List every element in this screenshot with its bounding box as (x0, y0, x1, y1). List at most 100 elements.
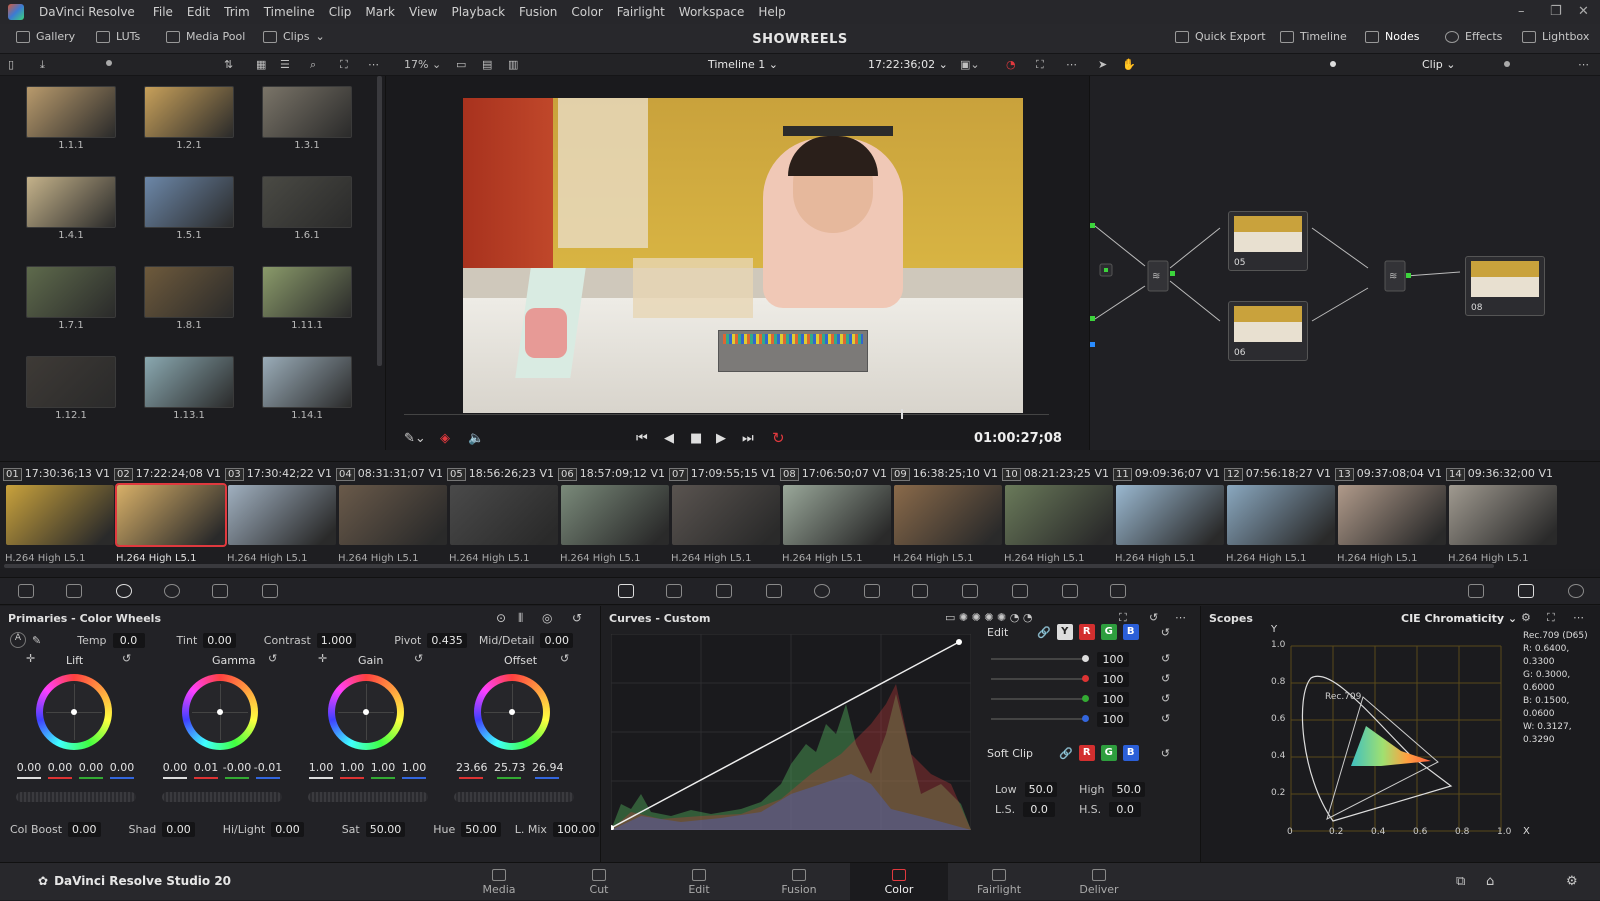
pointer-tool-icon[interactable]: ➤ (1098, 58, 1107, 71)
clip-thumbnail[interactable]: 03 17:30:42;22 V1 H.264 High L5.1 (225, 462, 338, 570)
intensity-field[interactable]: 100 (1097, 692, 1129, 707)
menu-color[interactable]: Color (564, 5, 609, 19)
intensity-handle[interactable] (1082, 675, 1089, 682)
first-frame-icon[interactable]: ⏮ (636, 431, 648, 446)
hdr-wheels-icon[interactable] (164, 584, 180, 598)
3d-icon[interactable] (1062, 584, 1078, 598)
hilight-field[interactable]: 0.00 (271, 822, 304, 837)
node-zoom-dot[interactable] (1330, 61, 1336, 67)
loop-icon[interactable]: ↻ (772, 429, 785, 447)
thumb-size-slider[interactable] (106, 60, 112, 66)
play-icon[interactable]: ▶ (716, 431, 726, 446)
temp-field[interactable]: 0.0 (112, 632, 145, 648)
scope-more-icon[interactable]: ⋯ (1573, 611, 1584, 624)
stop-icon[interactable]: ■ (690, 431, 702, 446)
page-tab-color[interactable]: Color (850, 863, 948, 901)
channel-b-button[interactable]: B (1122, 624, 1139, 640)
nodes-button[interactable]: Nodes (1365, 30, 1419, 43)
clip-thumbnail[interactable]: 04 08:31:31;07 V1 H.264 High L5.1 (336, 462, 449, 570)
intensity-slider[interactable] (991, 678, 1087, 680)
playhead[interactable] (900, 409, 903, 419)
channel-y-button[interactable]: Y (1056, 624, 1073, 640)
motion-effects-icon[interactable] (262, 584, 278, 598)
crosshair-icon[interactable]: ✛ (26, 652, 35, 665)
intensity-reset-icon[interactable]: ↺ (1161, 672, 1170, 685)
zoom-select[interactable]: 17% ⌄ (404, 58, 441, 71)
color-wheels-icon[interactable] (116, 584, 132, 598)
project-manager-icon[interactable]: ⌂ (1486, 874, 1494, 889)
menu-help[interactable]: Help (751, 5, 792, 19)
sizing-icon[interactable] (1012, 584, 1028, 598)
wheel-puck[interactable] (71, 709, 77, 715)
wheel-value[interactable]: 1.00 (306, 761, 336, 774)
clip-thumbnail[interactable]: 10 08:21:23;25 V1 H.264 High L5.1 (1002, 462, 1115, 570)
gallery-still[interactable] (262, 356, 352, 408)
page-tab-edit[interactable]: Edit (650, 863, 748, 901)
page-tab-fusion[interactable]: Fusion (750, 863, 848, 901)
middetail-field[interactable]: 0.00 (540, 632, 573, 648)
color-wheel[interactable] (328, 674, 404, 750)
stereo-icon[interactable] (1110, 584, 1126, 598)
color-wheel[interactable] (474, 674, 550, 750)
channel-g-button[interactable]: G (1100, 624, 1117, 640)
channel-r-button[interactable]: R (1078, 624, 1095, 640)
grid-view-icon[interactable]: ▦ (256, 58, 266, 71)
clip-thumbnail[interactable]: 01 17:30:36;13 V1 H.264 High L5.1 (3, 462, 116, 570)
wheel-puck[interactable] (217, 709, 223, 715)
clip-thumbnail[interactable]: 05 18:56:26;23 V1 H.264 High L5.1 (447, 462, 560, 570)
wheel-reset-icon[interactable]: ↺ (268, 652, 277, 665)
clip-thumbnail[interactable]: 12 07:56:18;27 V1 H.264 High L5.1 (1224, 462, 1337, 570)
blur-icon[interactable] (912, 584, 928, 598)
import-icon[interactable]: ⤓ (40, 58, 45, 72)
softclip-b-button[interactable]: B (1122, 745, 1139, 761)
hs-field[interactable]: 0.0 (1109, 802, 1142, 817)
sat-field[interactable]: 50.00 (365, 822, 406, 837)
intensity-handle[interactable] (1082, 715, 1089, 722)
auto-balance-icon[interactable]: A (10, 632, 26, 648)
color-wheel[interactable] (182, 674, 258, 750)
page-tab-fairlight[interactable]: Fairlight (950, 863, 1048, 901)
viewer-more-icon[interactable]: ⋯ (1066, 58, 1077, 71)
key-icon[interactable] (962, 584, 978, 598)
expand-icon[interactable]: ⛶ (340, 58, 348, 72)
timeline-select[interactable]: Timeline 1 ⌄ (708, 58, 778, 71)
timeline-button[interactable]: Timeline (1280, 30, 1347, 43)
wheel-value[interactable]: 0.01 (191, 761, 221, 774)
menu-file[interactable]: File (146, 5, 180, 19)
gallery-still[interactable] (144, 266, 234, 318)
scope-settings-icon[interactable]: ⚙ (1521, 611, 1531, 624)
edit-reset-icon[interactable]: ↺ (1161, 626, 1170, 639)
color-picker-icon[interactable]: ✎⌄ (404, 431, 426, 446)
menu-clip[interactable]: Clip (322, 5, 359, 19)
last-frame-icon[interactable]: ⏭ (742, 431, 754, 446)
single-viewer-icon[interactable]: ▭ (456, 58, 466, 71)
menu-timeline[interactable]: Timeline (257, 5, 322, 19)
node-05[interactable]: 05 (1228, 211, 1308, 271)
media-pool-button[interactable]: Media Pool (166, 30, 245, 43)
clip-thumbnail[interactable]: 07 17:09:55;15 V1 H.264 High L5.1 (669, 462, 782, 570)
intensity-reset-icon[interactable]: ↺ (1161, 712, 1170, 725)
tracker-icon[interactable] (814, 584, 830, 598)
curve-graph[interactable] (611, 634, 971, 830)
page-tab-cut[interactable]: Cut (550, 863, 648, 901)
tint-field[interactable]: 0.00 (203, 632, 236, 648)
menu-fusion[interactable]: Fusion (512, 5, 564, 19)
node-zoom-slider[interactable] (1504, 61, 1510, 67)
gallery-button[interactable]: Gallery (16, 30, 75, 43)
intensity-field[interactable]: 100 (1097, 712, 1129, 727)
mode-select[interactable]: Clip ⌄ (1422, 58, 1456, 71)
picker-icon[interactable]: ✎ (32, 634, 41, 647)
scope-expand-icon[interactable]: ⛶ (1547, 611, 1555, 625)
link-icon[interactable]: 🔗 (1037, 626, 1051, 639)
reverse-play-icon[interactable]: ◀ (664, 431, 674, 446)
log-mode-icon[interactable]: ◎ (542, 611, 552, 625)
wheel-value[interactable]: 0.00 (76, 761, 106, 774)
master-wheel[interactable] (454, 792, 574, 802)
menu-fairlight[interactable]: Fairlight (610, 5, 672, 19)
scope-mode-select[interactable]: CIE Chromaticity ⌄ (1401, 612, 1517, 625)
gallery-still[interactable] (262, 176, 352, 228)
master-wheel[interactable] (308, 792, 428, 802)
maximize-button[interactable]: ❐ (1550, 4, 1562, 19)
color-wheel[interactable] (36, 674, 112, 750)
wheel-reset-icon[interactable]: ↺ (414, 652, 423, 665)
